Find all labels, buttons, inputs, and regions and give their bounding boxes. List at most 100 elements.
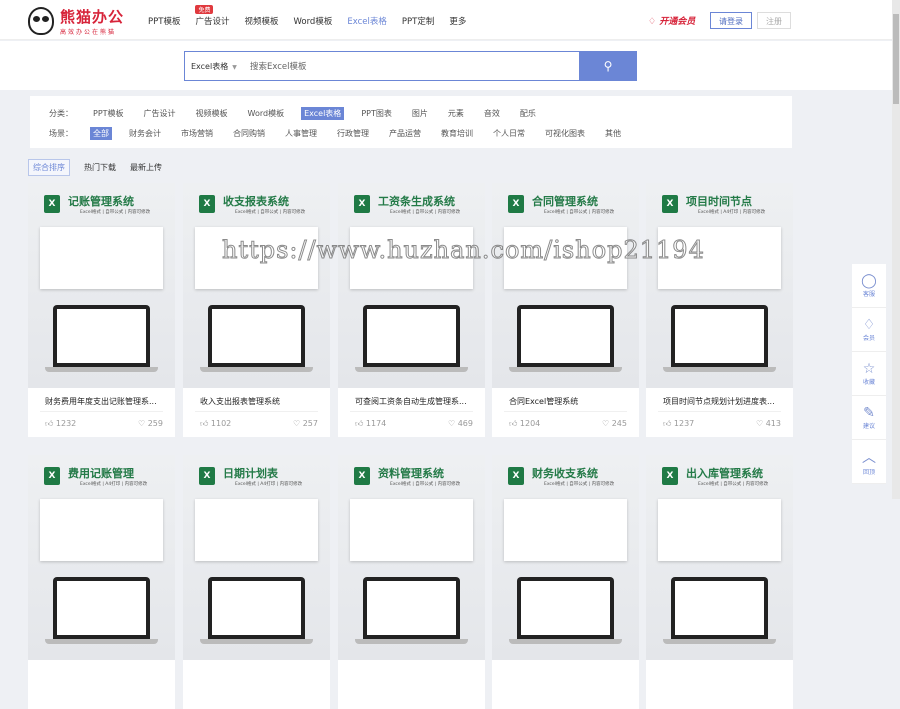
scene-option[interactable]: 产品运营 xyxy=(386,127,424,140)
scene-option[interactable]: 全部 xyxy=(90,127,112,140)
card-thumbnail[interactable]: X 资料管理系统 Excel格式 | 自带公式 | 内容可修改 xyxy=(338,455,485,660)
category-option[interactable]: Word模板 xyxy=(245,107,288,120)
category-option[interactable]: 图片 xyxy=(409,107,431,120)
card-thumbnail[interactable]: X 费用记账管理 Excel格式 | A4打印 | 内容可修改 xyxy=(28,455,175,660)
template-card[interactable]: X 费用记账管理 Excel格式 | A4打印 | 内容可修改 xyxy=(28,455,175,709)
scene-option[interactable]: 合同购销 xyxy=(230,127,268,140)
sidebar-favorite-button[interactable]: ☆ 收藏 xyxy=(852,352,886,396)
category-option[interactable]: 视频模板 xyxy=(193,107,231,120)
category-option[interactable]: 广告设计 xyxy=(141,107,179,120)
scene-option[interactable]: 教育培训 xyxy=(438,127,476,140)
template-card[interactable]: X 财务收支系统 Excel格式 | 自带公式 | 内容可修改 xyxy=(492,455,639,709)
laptop-screen xyxy=(675,309,764,363)
category-option[interactable]: PPT图表 xyxy=(358,107,395,120)
card-title[interactable]: 项目时间节点规划计划进度表... xyxy=(663,396,781,407)
cover-subtitle: Excel格式 | 自带公式 | 内容可修改 xyxy=(235,210,306,215)
nav-item[interactable]: PPT定制 xyxy=(402,15,434,27)
favorite-count[interactable]: ♡ 413 xyxy=(756,419,781,429)
template-card[interactable]: X 收支报表系统 Excel格式 | 自带公式 | 内容可修改收入支出报表管理系统 👍… xyxy=(183,183,330,437)
favorite-value: 469 xyxy=(457,419,473,428)
card-stats: 👍︎ 1237 ♡ 413 xyxy=(663,419,781,429)
card-thumbnail[interactable]: X 收支报表系统 Excel格式 | 自带公式 | 内容可修改 xyxy=(183,183,330,388)
sort-tab[interactable]: 热门下载 xyxy=(84,162,116,173)
template-card[interactable]: X 记账管理系统 Excel格式 | 自带公式 | 内容可修改财务费用年度支出记账管… xyxy=(28,183,175,437)
scene-option[interactable]: 可视化图表 xyxy=(542,127,588,140)
category-option[interactable]: 音效 xyxy=(481,107,503,120)
cover-title: 资料管理系统 xyxy=(378,467,444,480)
like-count[interactable]: 👍︎ 1237 xyxy=(663,419,694,429)
card-thumbnail[interactable]: X 记账管理系统 Excel格式 | 自带公式 | 内容可修改 xyxy=(28,183,175,388)
cover-title: 出入库管理系统 xyxy=(686,467,763,480)
sidebar-customer-service-button[interactable]: ◯ 客服 xyxy=(852,264,886,308)
card-title[interactable]: 财务费用年度支出记账管理系... xyxy=(45,396,163,407)
sheet-preview xyxy=(195,499,318,561)
card-stats: 👍︎ 1232 ♡ 259 xyxy=(45,419,163,429)
card-title[interactable]: 收入支出报表管理系统 xyxy=(200,396,318,407)
nav-item[interactable]: Excel表格 xyxy=(347,15,387,27)
category-option[interactable]: 配乐 xyxy=(517,107,539,120)
sheet-preview xyxy=(195,227,318,289)
like-count[interactable]: 👍︎ 1174 xyxy=(355,419,386,429)
scene-option[interactable]: 财务会计 xyxy=(126,127,164,140)
card-title[interactable]: 可查阅工资条自动生成管理系... xyxy=(355,396,473,407)
laptop-mockup xyxy=(208,577,305,639)
excel-icon: X xyxy=(44,467,60,485)
register-button[interactable]: 注册 xyxy=(757,12,791,29)
like-count[interactable]: 👍︎ 1204 xyxy=(509,419,540,429)
scene-option[interactable]: 市场营销 xyxy=(178,127,216,140)
template-card[interactable]: X 项目时间节点 Excel格式 | A4打印 | 内容可修改 项目时间节点规划计划进… xyxy=(646,183,793,437)
sidebar-label: 回顶 xyxy=(862,469,875,476)
template-card[interactable]: X 日期计划表 Excel格式 | A4打印 | 内容可修改 xyxy=(183,455,330,709)
sort-tab[interactable]: 最新上传 xyxy=(130,162,162,173)
nav-item[interactable]: 广告设计 免费 xyxy=(195,5,229,27)
scrollbar-thumb[interactable] xyxy=(893,14,899,104)
template-card[interactable]: X 合同管理系统 Excel格式 | 自带公式 | 内容可修改合同Excel管理系统… xyxy=(492,183,639,437)
scene-option[interactable]: 行政管理 xyxy=(334,127,372,140)
card-thumbnail[interactable]: X 合同管理系统 Excel格式 | 自带公式 | 内容可修改 xyxy=(492,183,639,388)
nav-item[interactable]: 更多 xyxy=(449,15,466,27)
excel-icon: X xyxy=(662,195,678,213)
vip-link[interactable]: ♢ 开通会员 xyxy=(648,14,695,27)
sidebar-vip-button[interactable]: ♢ 会员 xyxy=(852,308,886,352)
login-button[interactable]: 请登录 xyxy=(710,12,752,29)
scene-option[interactable]: 人事管理 xyxy=(282,127,320,140)
cover-title: 项目时间节点 xyxy=(686,195,752,208)
category-option[interactable]: 元素 xyxy=(445,107,467,120)
category-option[interactable]: PPT模板 xyxy=(90,107,127,120)
search-button[interactable]: ⚲ xyxy=(579,51,637,81)
card-thumbnail[interactable]: X 出入库管理系统 Excel格式 | 自带公式 | 内容可修改 xyxy=(646,455,793,660)
scene-option[interactable]: 其他 xyxy=(602,127,624,140)
laptop-base xyxy=(45,639,158,644)
logo[interactable]: 熊猫办公 高效办公在熊猫 xyxy=(28,6,124,36)
card-thumbnail[interactable]: X 项目时间节点 Excel格式 | A4打印 | 内容可修改 xyxy=(646,183,793,388)
sidebar-back-to-top-button[interactable]: ︿ 回顶 xyxy=(852,440,886,484)
like-count[interactable]: 👍︎ 1102 xyxy=(200,419,231,429)
card-thumbnail[interactable]: X 财务收支系统 Excel格式 | 自带公式 | 内容可修改 xyxy=(492,455,639,660)
scene-option[interactable]: 个人日常 xyxy=(490,127,528,140)
sidebar-feedback-button[interactable]: ✎ 建议 xyxy=(852,396,886,440)
excel-icon: X xyxy=(508,467,524,485)
favorite-count[interactable]: ♡ 245 xyxy=(602,419,627,429)
laptop-screen xyxy=(521,309,610,363)
search-category-select[interactable]: Excel表格 ▼ xyxy=(185,61,245,72)
heart-icon: ♡ xyxy=(602,419,612,428)
search-input[interactable]: 搜索Excel模板 xyxy=(250,60,307,72)
template-card[interactable]: X 工资条生成系统 Excel格式 | 自带公式 | 内容可修改可查阅工资条自动生成… xyxy=(338,183,485,437)
favorite-count[interactable]: ♡ 259 xyxy=(138,419,163,429)
nav-item[interactable]: 视频模板 xyxy=(244,15,278,27)
nav-item[interactable]: Word模板 xyxy=(293,15,332,27)
category-option[interactable]: Excel表格 xyxy=(301,107,345,120)
scrollbar[interactable] xyxy=(892,0,900,499)
card-thumbnail[interactable]: X 工资条生成系统 Excel格式 | 自带公式 | 内容可修改 xyxy=(338,183,485,388)
favorite-count[interactable]: ♡ 469 xyxy=(448,419,473,429)
sort-tab[interactable]: 综合排序 xyxy=(28,159,70,176)
card-title[interactable]: 合同Excel管理系统 xyxy=(509,396,627,407)
sheet-preview xyxy=(40,499,163,561)
nav-item[interactable]: PPT模板 xyxy=(148,15,180,27)
favorite-count[interactable]: ♡ 257 xyxy=(293,419,318,429)
main-nav: PPT模板 广告设计 免费 视频模板 Word模板 Excel表格 PPT定制 更多 xyxy=(148,5,466,27)
template-card[interactable]: X 出入库管理系统 Excel格式 | 自带公式 | 内容可修改 xyxy=(646,455,793,709)
like-count[interactable]: 👍︎ 1232 xyxy=(45,419,76,429)
template-card[interactable]: X 资料管理系统 Excel格式 | 自带公式 | 内容可修改 xyxy=(338,455,485,709)
card-thumbnail[interactable]: X 日期计划表 Excel格式 | A4打印 | 内容可修改 xyxy=(183,455,330,660)
